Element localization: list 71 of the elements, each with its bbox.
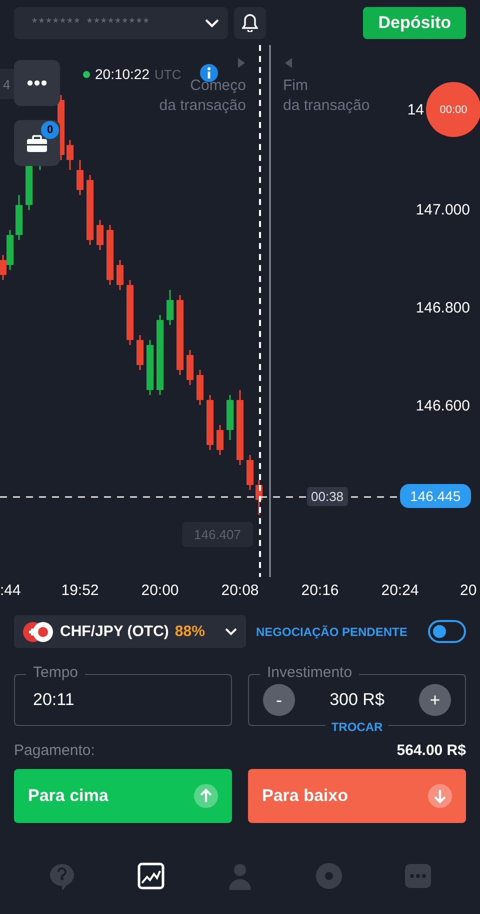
- timer-badge: 00:00: [426, 82, 480, 137]
- time-value: 20:11: [33, 690, 74, 710]
- chevron-down-icon: [224, 627, 238, 636]
- help-icon: [48, 862, 76, 890]
- flag-icon: [22, 620, 54, 642]
- candle: [226, 395, 234, 440]
- payout-value: 564.00 R$: [396, 742, 466, 759]
- candle: [186, 350, 194, 385]
- play-icon: [285, 58, 292, 68]
- trade-end-label: Fim da transação: [283, 76, 370, 116]
- entry-price-label: 146.407: [182, 522, 253, 547]
- play-icon: [238, 58, 245, 68]
- candle: [256, 480, 262, 515]
- candle: [106, 225, 114, 285]
- deposit-button[interactable]: Depósito: [363, 6, 466, 38]
- arrow-down-icon: [428, 784, 452, 808]
- account-selector[interactable]: ******* *********: [14, 6, 228, 38]
- arrow-up-icon: [194, 784, 218, 808]
- candle: [196, 370, 204, 405]
- candle: [246, 455, 254, 490]
- time-axis-label: 20:08: [221, 582, 259, 599]
- switch-link[interactable]: TROCAR: [325, 720, 389, 734]
- time-axis-label: 20:16: [301, 582, 339, 599]
- price-axis-label: 147.000: [416, 202, 470, 218]
- more-icon: [27, 80, 47, 86]
- investment-value: 300 R$: [330, 690, 384, 710]
- time-axis-label: 20:00: [141, 582, 179, 599]
- timezone-label: UTC: [154, 66, 182, 82]
- candle: [166, 290, 174, 325]
- time-axis-label: 19:52: [61, 582, 99, 599]
- notification-button[interactable]: [234, 6, 266, 38]
- candle: [126, 280, 134, 345]
- price-axis-label: 146.800: [416, 300, 470, 316]
- price-axis-label: 14: [407, 102, 424, 118]
- asset-name: CHF/JPY (OTC): [60, 623, 169, 640]
- trades-button[interactable]: 0: [14, 120, 60, 166]
- briefcase-icon: [27, 134, 47, 152]
- pending-toggle[interactable]: [428, 620, 466, 643]
- candle: [136, 335, 144, 370]
- axis-label: 4: [0, 69, 14, 99]
- candle: [116, 260, 124, 290]
- chevron-down-icon: [204, 18, 220, 28]
- increase-button[interactable]: +: [418, 684, 451, 716]
- candle: [16, 195, 22, 240]
- status-dot-icon: [83, 70, 90, 78]
- decrease-button[interactable]: -: [263, 684, 295, 716]
- time-axis-label: 20: [460, 582, 477, 599]
- server-time: 20:10:22: [95, 66, 150, 82]
- candle: [86, 175, 94, 245]
- candle: [96, 220, 104, 250]
- candle: [66, 140, 74, 170]
- chart-icon: [137, 862, 166, 890]
- time-axis-label: 20:24: [381, 582, 419, 599]
- asset-selector[interactable]: CHF/JPY (OTC) 88%: [14, 615, 246, 648]
- account-name: ******* *********: [32, 15, 151, 30]
- candle: [146, 340, 154, 395]
- count-badge: 0: [41, 121, 59, 139]
- more-icon: [404, 862, 432, 890]
- price-axis-label: 146.600: [416, 398, 470, 414]
- time-axis-label: :44: [0, 582, 21, 599]
- more-button[interactable]: [14, 60, 60, 106]
- bell-icon: [242, 14, 258, 32]
- payout-label: Pagamento:: [14, 742, 95, 759]
- pending-trade-label: NEGOCIAÇÃO PENDENTE: [256, 624, 408, 638]
- put-button[interactable]: Para baixo: [248, 769, 466, 823]
- candle: [216, 425, 224, 455]
- candle: [206, 395, 214, 450]
- current-price-tag: 146.445: [400, 484, 471, 508]
- candle: [76, 160, 84, 195]
- payout-percent: 88%: [174, 623, 205, 640]
- countdown-label: 00:38: [307, 487, 348, 506]
